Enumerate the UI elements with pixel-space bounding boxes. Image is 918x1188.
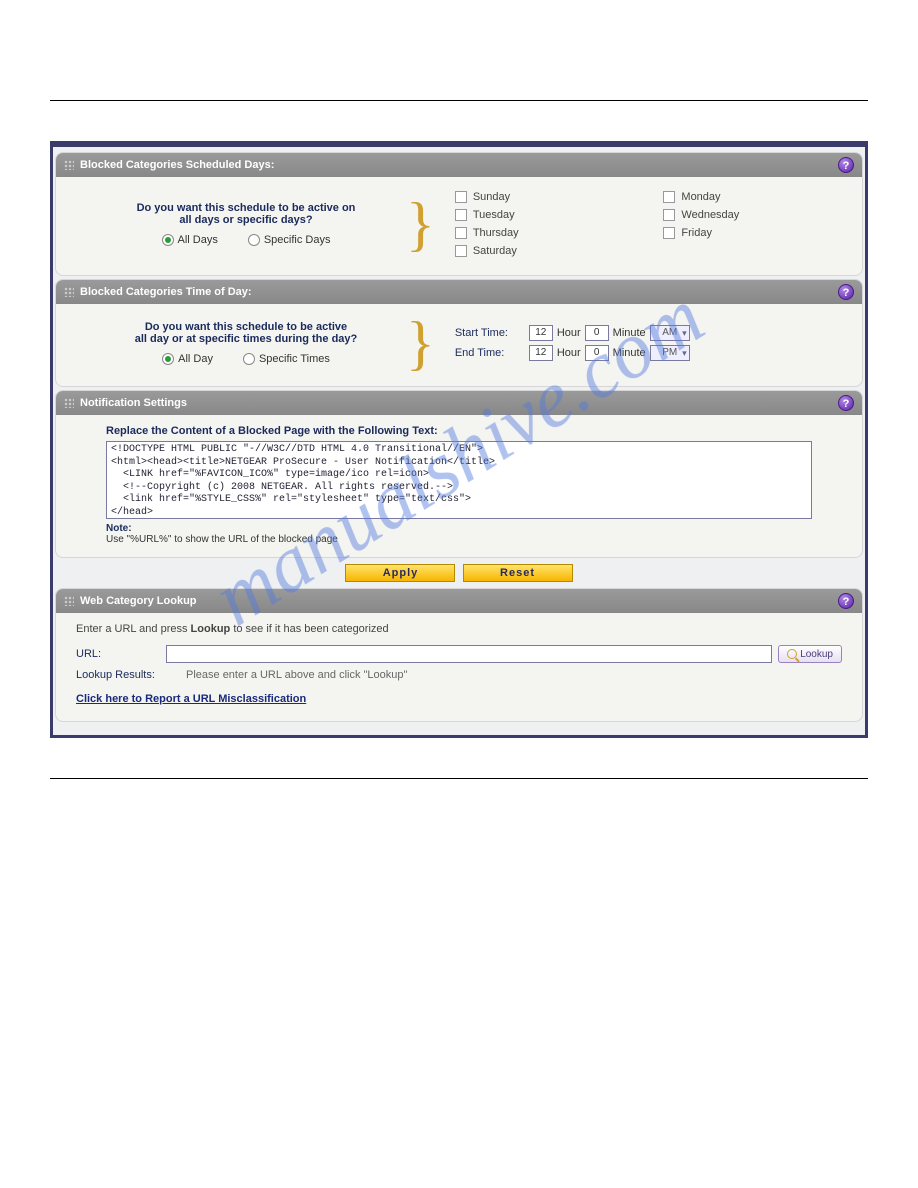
lookup-button[interactable]: Lookup	[778, 645, 842, 663]
app-frame: Blocked Categories Scheduled Days: ? Do …	[50, 141, 868, 738]
end-hour-input[interactable]: 12	[529, 345, 553, 361]
radio-label: All Days	[178, 234, 218, 246]
grip-icon	[64, 160, 74, 170]
brace-icon: }	[406, 318, 435, 368]
help-icon[interactable]: ?	[838, 395, 854, 411]
panel-title: Notification Settings	[80, 397, 187, 409]
apply-button[interactable]: Apply	[345, 564, 455, 582]
end-minute-input[interactable]: 0	[585, 345, 609, 361]
hour-label: Hour	[557, 327, 581, 339]
url-input[interactable]	[166, 645, 772, 663]
panel-scheduled-days: Blocked Categories Scheduled Days: ? Do …	[55, 152, 863, 276]
grip-icon	[64, 398, 74, 408]
radio-specific-days[interactable]: Specific Days	[248, 234, 331, 246]
radio-all-days[interactable]: All Days	[162, 234, 218, 246]
panel-title: Blocked Categories Time of Day:	[80, 286, 252, 298]
radio-specific-times[interactable]: Specific Times	[243, 353, 330, 365]
end-time-label: End Time:	[455, 347, 525, 359]
url-label: URL:	[76, 648, 166, 660]
panel-web-category-lookup: Web Category Lookup ? Enter a URL and pr…	[55, 588, 863, 722]
lookup-btn-label: Lookup	[800, 649, 833, 660]
checkbox-thursday[interactable]	[455, 227, 467, 239]
day-label: Tuesday	[473, 209, 515, 221]
radio-label: All Day	[178, 353, 213, 365]
brace-icon: }	[406, 199, 435, 249]
day-label: Saturday	[473, 245, 517, 257]
radio-label: Specific Days	[264, 234, 331, 246]
days-question-line1: Do you want this schedule to be active o…	[86, 202, 406, 214]
reset-button[interactable]: Reset	[463, 564, 573, 582]
panel-time-of-day: Blocked Categories Time of Day: ? Do you…	[55, 279, 863, 387]
checkbox-saturday[interactable]	[455, 245, 467, 257]
lookup-intro: Enter a URL and press Lookup to see if i…	[76, 623, 842, 635]
notification-label: Replace the Content of a Blocked Page wi…	[106, 425, 812, 437]
time-question-line1: Do you want this schedule to be active	[86, 321, 406, 333]
help-icon[interactable]: ?	[838, 157, 854, 173]
checkbox-wednesday[interactable]	[663, 209, 675, 221]
help-icon[interactable]: ?	[838, 593, 854, 609]
radio-all-day[interactable]: All Day	[162, 353, 213, 365]
checkbox-sunday[interactable]	[455, 191, 467, 203]
report-misclassification-link[interactable]: Click here to Report a URL Misclassifica…	[76, 693, 306, 705]
grip-icon	[64, 287, 74, 297]
note-text: Use "%URL%" to show the URL of the block…	[106, 534, 338, 545]
panel-notification: Notification Settings ? Replace the Cont…	[55, 390, 863, 558]
day-label: Wednesday	[681, 209, 739, 221]
day-label: Monday	[681, 191, 720, 203]
end-ampm-select[interactable]: PM	[650, 345, 690, 361]
search-icon	[787, 649, 797, 659]
start-time-label: Start Time:	[455, 327, 525, 339]
help-icon[interactable]: ?	[838, 284, 854, 300]
checkbox-tuesday[interactable]	[455, 209, 467, 221]
start-ampm-select[interactable]: AM	[650, 325, 690, 341]
minute-label: Minute	[613, 327, 646, 339]
day-label: Friday	[681, 227, 712, 239]
results-label: Lookup Results:	[76, 669, 186, 681]
days-question-line2: all days or specific days?	[86, 214, 406, 226]
minute-label: Minute	[613, 347, 646, 359]
panel-title: Blocked Categories Scheduled Days:	[80, 159, 274, 171]
day-label: Sunday	[473, 191, 510, 203]
checkbox-friday[interactable]	[663, 227, 675, 239]
day-label: Thursday	[473, 227, 519, 239]
radio-label: Specific Times	[259, 353, 330, 365]
notification-textarea[interactable]: <!DOCTYPE HTML PUBLIC "-//W3C//DTD HTML …	[106, 441, 812, 519]
time-question-line2: all day or at specific times during the …	[86, 333, 406, 345]
note-label: Note:	[106, 523, 132, 534]
start-hour-input[interactable]: 12	[529, 325, 553, 341]
panel-title: Web Category Lookup	[80, 595, 197, 607]
checkbox-monday[interactable]	[663, 191, 675, 203]
start-minute-input[interactable]: 0	[585, 325, 609, 341]
hour-label: Hour	[557, 347, 581, 359]
grip-icon	[64, 596, 74, 606]
results-text: Please enter a URL above and click "Look…	[186, 669, 407, 681]
